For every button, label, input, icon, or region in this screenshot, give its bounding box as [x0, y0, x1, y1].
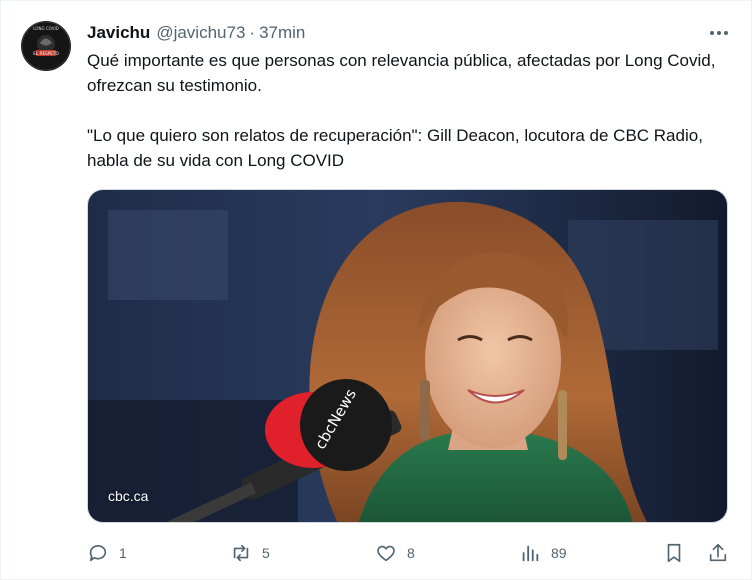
- separator: ·: [249, 23, 256, 42]
- tweet-card[interactable]: EL RESPETO LONG COVID Javichu @javichu73…: [0, 0, 752, 580]
- views-count: 89: [551, 545, 567, 561]
- bookmark-icon: [667, 543, 681, 563]
- avatar-text: LONG COVID: [33, 26, 58, 31]
- reply-button[interactable]: 1: [87, 539, 127, 567]
- timestamp[interactable]: 37min: [259, 23, 305, 43]
- author-name[interactable]: Javichu: [87, 23, 150, 43]
- reply-count: 1: [119, 545, 127, 561]
- more-options-icon[interactable]: [707, 21, 731, 45]
- avatar-logo: EL RESPETO LONG COVID: [21, 21, 71, 71]
- avatar-text: EL RESPETO: [33, 51, 59, 56]
- author-handle[interactable]: @javichu73: [156, 23, 245, 43]
- tweet-paragraph: "Lo que quiero son relatos de recuperaci…: [87, 126, 703, 170]
- bookmark-button[interactable]: [663, 539, 685, 567]
- link-source: cbc.ca: [108, 488, 149, 504]
- views-button[interactable]: 89: [519, 539, 567, 567]
- avatar[interactable]: EL RESPETO LONG COVID: [21, 21, 71, 71]
- action-bar: 1 5 8 89: [87, 539, 735, 567]
- tweet-text: Qué importante es que personas con relev…: [87, 48, 727, 173]
- photo-illustration: cbcNews: [88, 190, 727, 522]
- share-button[interactable]: [707, 539, 729, 567]
- heart-icon: [377, 545, 395, 562]
- like-button[interactable]: 8: [375, 539, 415, 567]
- link-card-image[interactable]: cbcNews cbc.ca: [87, 189, 728, 523]
- share-icon: [709, 543, 727, 562]
- views-icon: [522, 545, 539, 562]
- tweet-paragraph: Qué importante es que personas con relev…: [87, 51, 716, 95]
- retweet-icon: [233, 544, 249, 562]
- retweet-button[interactable]: 5: [230, 539, 270, 567]
- tweet-header: Javichu @javichu73 · 37min: [87, 21, 305, 45]
- reply-icon: [89, 544, 107, 562]
- retweet-count: 5: [262, 545, 270, 561]
- like-count: 8: [407, 545, 415, 561]
